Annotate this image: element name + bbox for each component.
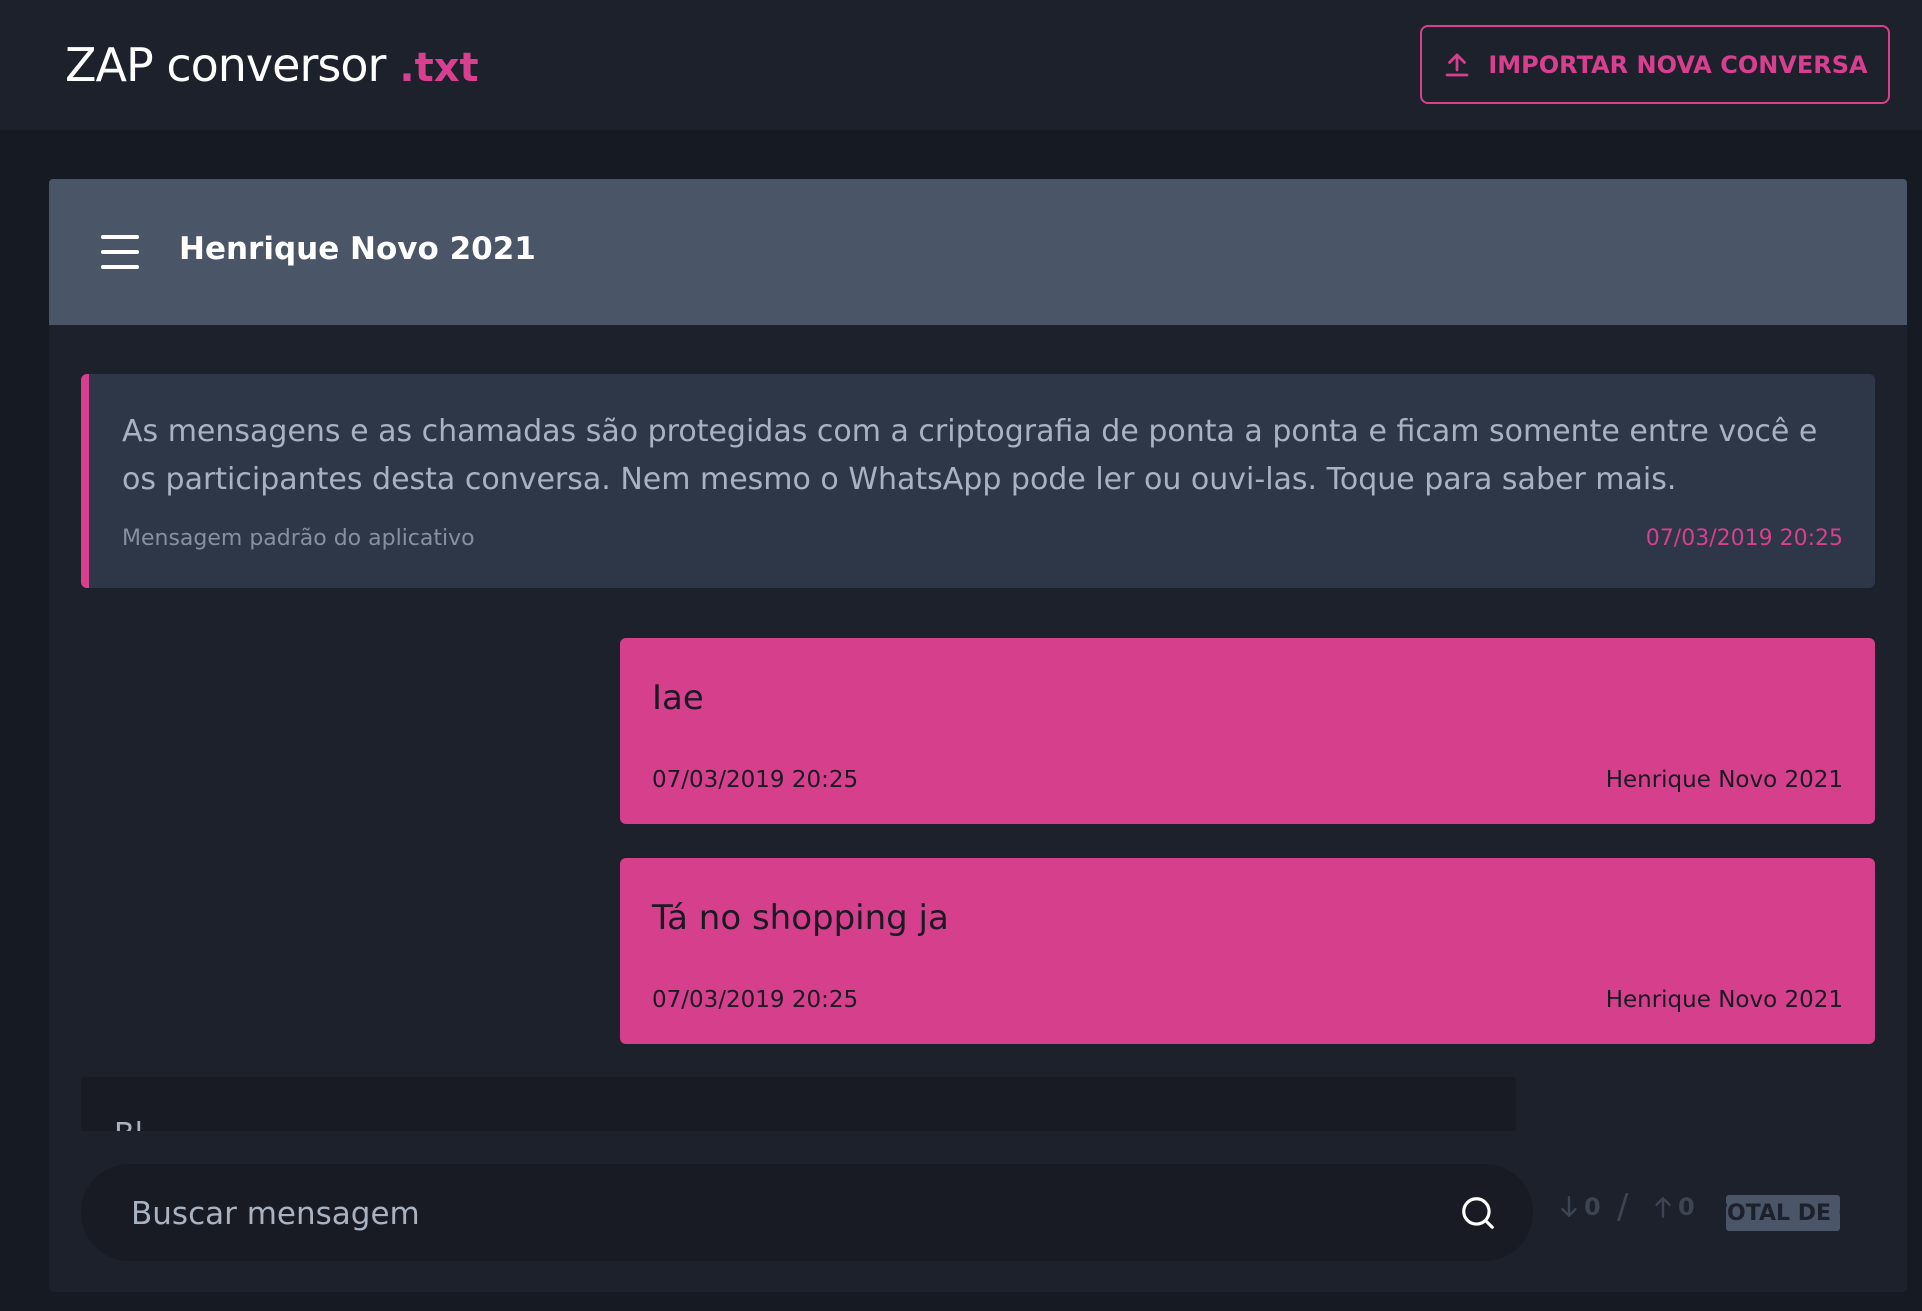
- message-text: Tá no shopping ja: [652, 898, 949, 938]
- search-input[interactable]: [129, 1164, 1433, 1263]
- brand-extension: .txt: [399, 45, 479, 91]
- message-author: Henrique Novo 2021: [1605, 767, 1843, 793]
- search-bar: 0 / 0 TOTAL DE 0: [49, 1131, 1907, 1292]
- message-bubble: Tá no shopping ja 07/03/2019 20:25 Henri…: [620, 858, 1875, 1044]
- system-message-timestamp: 07/03/2019 20:25: [1645, 526, 1843, 551]
- next-result-button[interactable]: 0: [1558, 1193, 1601, 1221]
- chat-panel: Henrique Novo 2021 As mensagens e as cha…: [49, 179, 1907, 1292]
- previous-result-button[interactable]: 0: [1652, 1193, 1695, 1221]
- up-count: 0: [1678, 1193, 1695, 1221]
- arrow-up-icon: [1655, 1197, 1671, 1218]
- brand-logo: ZAP conversor .txt: [65, 38, 479, 92]
- top-bar: ZAP conversor .txt IMPORTAR NOVA CONVERSA: [0, 0, 1922, 130]
- menu-icon[interactable]: [101, 235, 139, 269]
- search-icon[interactable]: [1459, 1194, 1497, 1232]
- message-text: Iae: [652, 678, 704, 718]
- brand-name: ZAP conversor: [65, 38, 386, 92]
- arrow-down-icon: [1561, 1196, 1577, 1217]
- system-message-label: Mensagem padrão do aplicativo: [122, 526, 475, 551]
- message-bubble: Iae 07/03/2019 20:25 Henrique Novo 2021: [620, 638, 1875, 824]
- import-conversation-button[interactable]: IMPORTAR NOVA CONVERSA: [1420, 25, 1890, 104]
- message-date: 07/03/2019 20:25: [652, 987, 859, 1013]
- chat-header: Henrique Novo 2021: [49, 179, 1907, 325]
- system-message-text: As mensagens e as chamadas são protegida…: [122, 414, 1818, 497]
- chat-title: Henrique Novo 2021: [179, 231, 536, 267]
- nav-separator: /: [1617, 1187, 1629, 1227]
- down-count: 0: [1584, 1193, 1601, 1221]
- upload-icon: [1445, 53, 1469, 76]
- total-results-badge: TOTAL DE 0: [1712, 1195, 1854, 1231]
- message-date: 07/03/2019 20:25: [652, 767, 859, 793]
- search-field-wrapper: [81, 1164, 1533, 1263]
- import-button-label: IMPORTAR NOVA CONVERSA: [1488, 50, 1868, 79]
- message-author: Henrique Novo 2021: [1605, 987, 1843, 1013]
- system-message: As mensagens e as chamadas são protegida…: [81, 374, 1875, 588]
